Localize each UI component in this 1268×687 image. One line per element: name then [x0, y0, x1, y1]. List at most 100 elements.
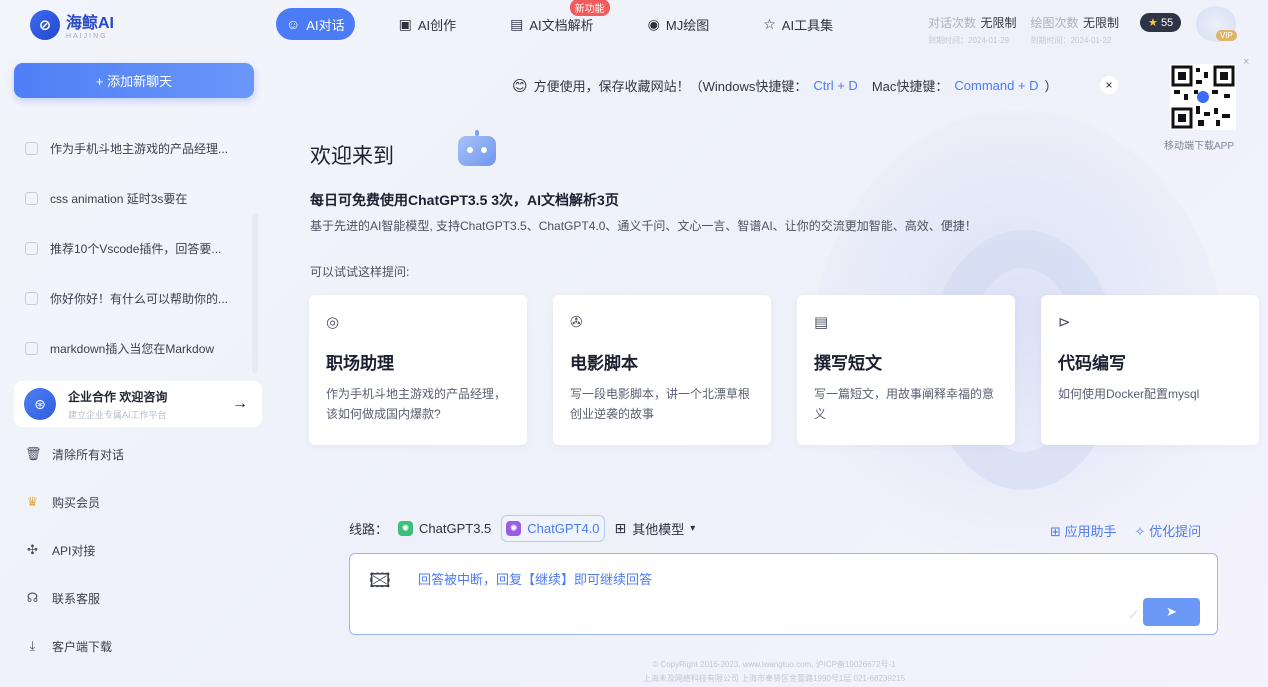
card-code-writing[interactable]: ⊳ 代码编写 如何使用Docker配置mysql	[1041, 295, 1259, 445]
contact-support[interactable]: ☊ 联系客服	[0, 574, 268, 622]
enterprise-contact[interactable]: ⊛ 企业合作 欢迎咨询 建立企业专属AI工作平台 →	[14, 381, 262, 427]
model-chatgpt35[interactable]: ✺ ChatGPT3.5	[394, 516, 495, 541]
history-item[interactable]: 你好你好！有什么可以帮助你的...	[0, 273, 268, 323]
menu-label: 联系客服	[52, 591, 101, 606]
sidebar: + 添加新聊天 作为手机斗地主游戏的产品经理... css animation …	[0, 48, 268, 687]
palette-icon: ◉	[647, 15, 660, 32]
history-item[interactable]: css animation 延时3s要在	[0, 173, 268, 223]
card-movie-script[interactable]: ✇ 电影脚本 写一段电影脚本，讲一个北漂草根创业逆袭的故事	[553, 295, 771, 445]
other-models-label: 其他模型	[632, 522, 685, 537]
chevron-down-icon: ▾	[690, 523, 696, 534]
chat-icon	[25, 291, 38, 305]
message-input[interactable]: 回答被中断，回复【继续】即可继续回答	[418, 569, 652, 588]
headset-icon: ☊	[26, 590, 39, 605]
bookmark-notice: 😊 方便使用，保存收藏网站！（Windows快捷键： Ctrl + D Mac快…	[512, 76, 1058, 95]
model-selector: 线路： ✺ ChatGPT3.5 ✺ ChatGPT4.0 ⊞ 其他模型 ▾	[349, 514, 699, 543]
grid-icon: ⊞	[1050, 524, 1061, 539]
terminal-icon: ⊳	[1058, 314, 1071, 331]
optimize-question-button[interactable]: ✧ 优化提问	[1135, 521, 1202, 540]
robot-icon	[458, 130, 496, 166]
smile-icon: 😊	[512, 77, 528, 95]
stat-expiry: 到期时间：2024-01-22	[1030, 36, 1112, 45]
logo[interactable]: ⊘ 海鲸AI HAIJING	[30, 9, 114, 40]
create-icon: ▣	[398, 15, 412, 32]
nav-mj-draw[interactable]: ◉ MJ绘图	[638, 8, 720, 40]
history-item[interactable]: markdown插入当您在Markdow	[0, 323, 268, 373]
stat-expiry: 到期时间：2024-01-29	[928, 36, 1009, 45]
menu-label: 清除所有对话	[52, 447, 125, 462]
briefcase-icon: ◎	[326, 314, 340, 331]
resize-handle-icon[interactable]: ⟋	[1130, 610, 1137, 621]
main-nav: ☺ AI对话 ▣ AI创作 ▤ AI文档解析 新功能 ◉ MJ绘图 ☆ AI工具…	[276, 0, 843, 40]
menu-label: 购买会员	[52, 495, 101, 510]
film-icon: ✇	[570, 314, 583, 331]
star-icon: ☆	[763, 15, 776, 32]
api-icon: ✣	[27, 542, 38, 557]
document-icon: ▤	[814, 314, 829, 331]
new-chat-button[interactable]: + 添加新聊天	[14, 63, 254, 98]
buy-membership[interactable]: ♛ 购买会员	[0, 478, 268, 526]
api-integration[interactable]: ✣ API对接	[0, 526, 268, 574]
history-title: css animation 延时3s要在	[50, 191, 188, 206]
history-title: 推荐10个Vscode插件，回答要...	[50, 241, 222, 256]
stat-label: 对话次数	[928, 16, 977, 30]
card-title: 电影脚本	[570, 354, 638, 373]
usage-stats: 对话次数 无限制 到期时间：2024-01-29 绘图次数 无限制 到期时间：2…	[928, 14, 1119, 46]
suggestion-cards: ◎ 职场助理 作为手机斗地主游戏的产品经理，该如何做成国内爆款? ✇ 电影脚本 …	[309, 295, 1259, 445]
card-workplace-assistant[interactable]: ◎ 职场助理 作为手机斗地主游戏的产品经理，该如何做成国内爆款?	[309, 295, 527, 445]
windows-shortcut: Ctrl + D	[813, 78, 858, 93]
send-icon: ➤	[1166, 604, 1177, 619]
history-title: markdown插入当您在Markdow	[50, 341, 215, 356]
qr-close-icon[interactable]: ×	[1243, 56, 1249, 68]
card-description: 写一篇短文，用故事阐释幸福的意义	[814, 387, 995, 421]
history-scrollbar[interactable]	[252, 213, 258, 373]
app-assistant-button[interactable]: ⊞ 应用助手	[1050, 521, 1117, 540]
chat-quota: 对话次数 无限制 到期时间：2024-01-29	[928, 14, 1016, 46]
clear-all-chats[interactable]: 🗑 清除所有对话	[0, 430, 268, 478]
route-label: 线路：	[349, 522, 389, 537]
vip-badge: VIP	[1216, 30, 1237, 41]
points-value: 55	[1160, 17, 1174, 29]
points-badge[interactable]: ★ 55	[1140, 13, 1182, 32]
chat-icon	[25, 241, 38, 255]
nav-doc-parse[interactable]: ▤ AI文档解析 新功能	[500, 0, 610, 40]
input-helpers: ⊞ 应用助手 ✧ 优化提问	[1050, 521, 1201, 540]
image-upload-icon[interactable]: 🖾	[369, 566, 391, 600]
nav-label: MJ绘图	[665, 17, 710, 33]
other-models-dropdown[interactable]: ⊞ 其他模型 ▾	[611, 514, 700, 543]
message-input-box[interactable]: 🖾 回答被中断，回复【继续】即可继续回答 ⟋ ➤	[349, 553, 1218, 635]
close-icon[interactable]: ×	[1100, 76, 1118, 94]
history-item[interactable]: 推荐10个Vscode插件，回答要...	[0, 223, 268, 273]
top-bar: ⊘ 海鲸AI HAIJING ☺ AI对话 ▣ AI创作 ▤ AI文档解析 新功…	[0, 0, 1268, 48]
qr-code-icon	[1171, 65, 1235, 129]
draw-quota: 绘图次数 无限制 到期时间：2024-01-22	[1030, 14, 1118, 46]
stat-value: 无限制	[980, 16, 1017, 30]
star-icon: ★	[1148, 17, 1158, 29]
helper-label: 优化提问	[1149, 524, 1202, 539]
history-item[interactable]: 作为手机斗地主游戏的产品经理...	[0, 123, 268, 173]
model-label: ChatGPT4.0	[527, 521, 600, 536]
card-short-essay[interactable]: ▤ 撰写短文 写一篇短文，用故事阐释幸福的意义	[797, 295, 1015, 445]
sparkle-icon: ✧	[1134, 524, 1146, 539]
notice-mac-label: Mac快捷键：	[871, 79, 949, 94]
footer-address: 上海未及网络科技有限公司 上海市奉贤区金蕾路1990号1层 021-682392…	[642, 674, 906, 683]
nav-ai-create[interactable]: ▣ AI创作	[389, 8, 467, 40]
card-description: 写一段电影脚本，讲一个北漂草根创业逆袭的故事	[570, 387, 751, 421]
free-usage-info: 每日可免费使用ChatGPT3.5 3次，AI文档解析3页	[310, 192, 619, 208]
grid-icon: ⊞	[614, 520, 627, 536]
nav-ai-tools[interactable]: ☆ AI工具集	[753, 8, 843, 40]
model-label: ChatGPT3.5	[419, 521, 492, 536]
mac-shortcut: Command + D	[954, 78, 1039, 93]
send-button[interactable]: ➤	[1143, 598, 1200, 626]
model-chatgpt40[interactable]: ✺ ChatGPT4.0	[501, 515, 605, 542]
stat-label: 绘图次数	[1030, 16, 1079, 30]
chat-icon	[25, 191, 38, 205]
nav-label: AI工具集	[781, 17, 834, 33]
arrow-right-icon: →	[232, 395, 248, 412]
history-title: 作为手机斗地主游戏的产品经理...	[50, 141, 229, 156]
logo-icon: ⊘	[30, 9, 60, 40]
chat-icon: ☺	[286, 16, 301, 32]
welcome-title: 欢迎来到	[310, 145, 394, 168]
menu-label: 客户端下载	[52, 639, 113, 654]
nav-ai-chat[interactable]: ☺ AI对话	[276, 8, 355, 40]
